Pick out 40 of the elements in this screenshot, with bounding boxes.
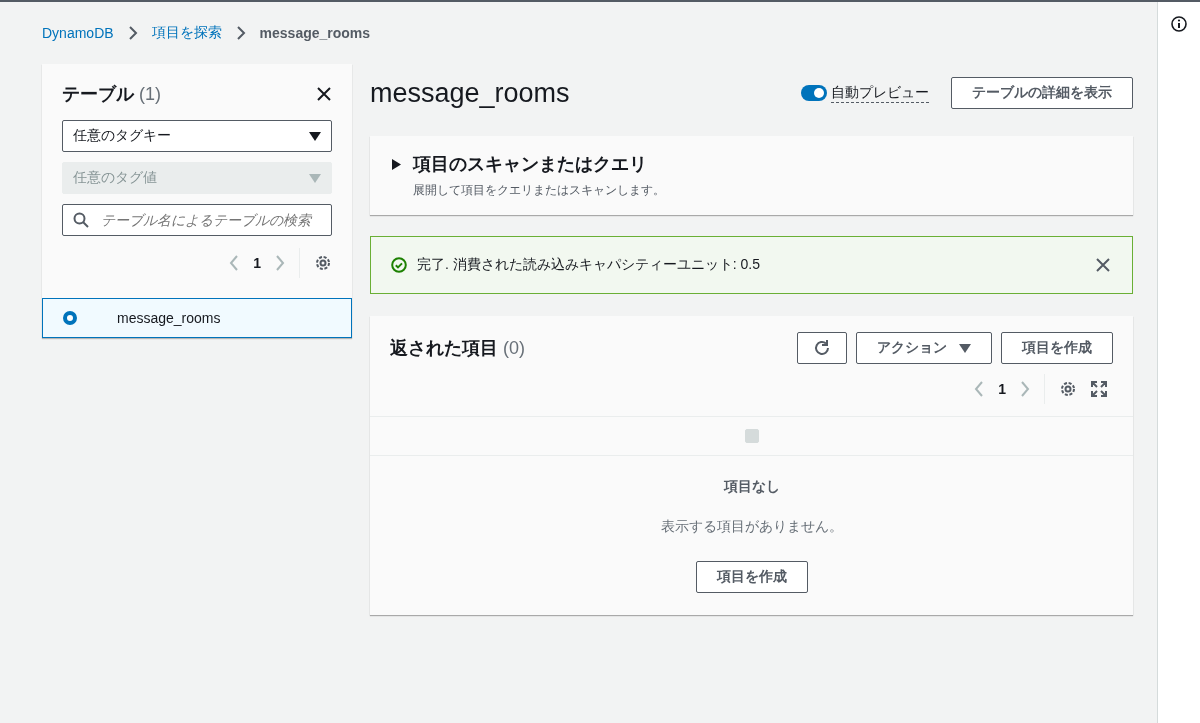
breadcrumb-link[interactable]: 項目を探索 bbox=[151, 24, 222, 42]
fullscreen-icon[interactable] bbox=[1091, 381, 1107, 397]
breadcrumb-link[interactable]: DynamoDB bbox=[42, 25, 114, 41]
expandable-panel[interactable]: 項目のスキャンまたはクエリ 展開して項目をクエリまたはスキャンします。 bbox=[370, 136, 1133, 215]
empty-state-message: 表示する項目がありません。 bbox=[660, 518, 843, 536]
search-icon bbox=[73, 212, 89, 228]
view-details-button[interactable]: テーブルの詳細を表示 bbox=[951, 77, 1133, 109]
alert-message: 完了. 消費された読み込みキャパシティーユニット: 0.5 bbox=[417, 256, 762, 274]
caret-down-icon bbox=[309, 173, 321, 183]
sidebar-title: テーブル (1) bbox=[62, 83, 161, 106]
panel-title: 返された項目 (0) bbox=[390, 337, 525, 360]
refresh-icon bbox=[813, 339, 831, 357]
check-circle-icon bbox=[391, 257, 407, 273]
page-number[interactable]: 1 bbox=[253, 255, 261, 271]
tag-key-select[interactable]: 任意のタグキー bbox=[62, 120, 332, 152]
settings-icon[interactable] bbox=[314, 254, 332, 272]
chevron-right-icon bbox=[235, 26, 246, 40]
panel-description: 展開して項目をクエリまたはスキャンします。 bbox=[413, 182, 666, 199]
info-icon[interactable] bbox=[1171, 16, 1187, 32]
toggle-label: 自動プレビュー bbox=[831, 83, 929, 103]
create-item-button[interactable]: 項目を作成 bbox=[1001, 332, 1113, 364]
close-icon[interactable] bbox=[1096, 258, 1110, 272]
toggle-switch[interactable] bbox=[801, 85, 827, 101]
refresh-button[interactable] bbox=[797, 332, 847, 364]
search-field[interactable]: テーブル名によるテーブルの検索 bbox=[62, 204, 332, 236]
close-icon[interactable] bbox=[316, 86, 332, 102]
radio-button[interactable] bbox=[63, 311, 77, 325]
panel-title: 項目のスキャンまたはクエリ bbox=[413, 153, 647, 176]
empty-state-title: 項目なし bbox=[723, 478, 780, 496]
create-item-button[interactable]: 項目を作成 bbox=[695, 561, 808, 593]
settings-icon[interactable] bbox=[1059, 380, 1077, 398]
page-number[interactable]: 1 bbox=[998, 381, 1006, 397]
caret-down-icon bbox=[309, 131, 321, 141]
chevron-right-icon bbox=[127, 26, 138, 40]
actions-button[interactable]: アクション bbox=[856, 332, 992, 364]
table-name: message_rooms bbox=[117, 310, 221, 326]
caret-down-icon bbox=[959, 343, 971, 353]
breadcrumb-current: message_rooms bbox=[259, 25, 371, 41]
page-title: message_rooms bbox=[370, 77, 571, 109]
table-list-item[interactable]: message_rooms bbox=[42, 298, 352, 338]
